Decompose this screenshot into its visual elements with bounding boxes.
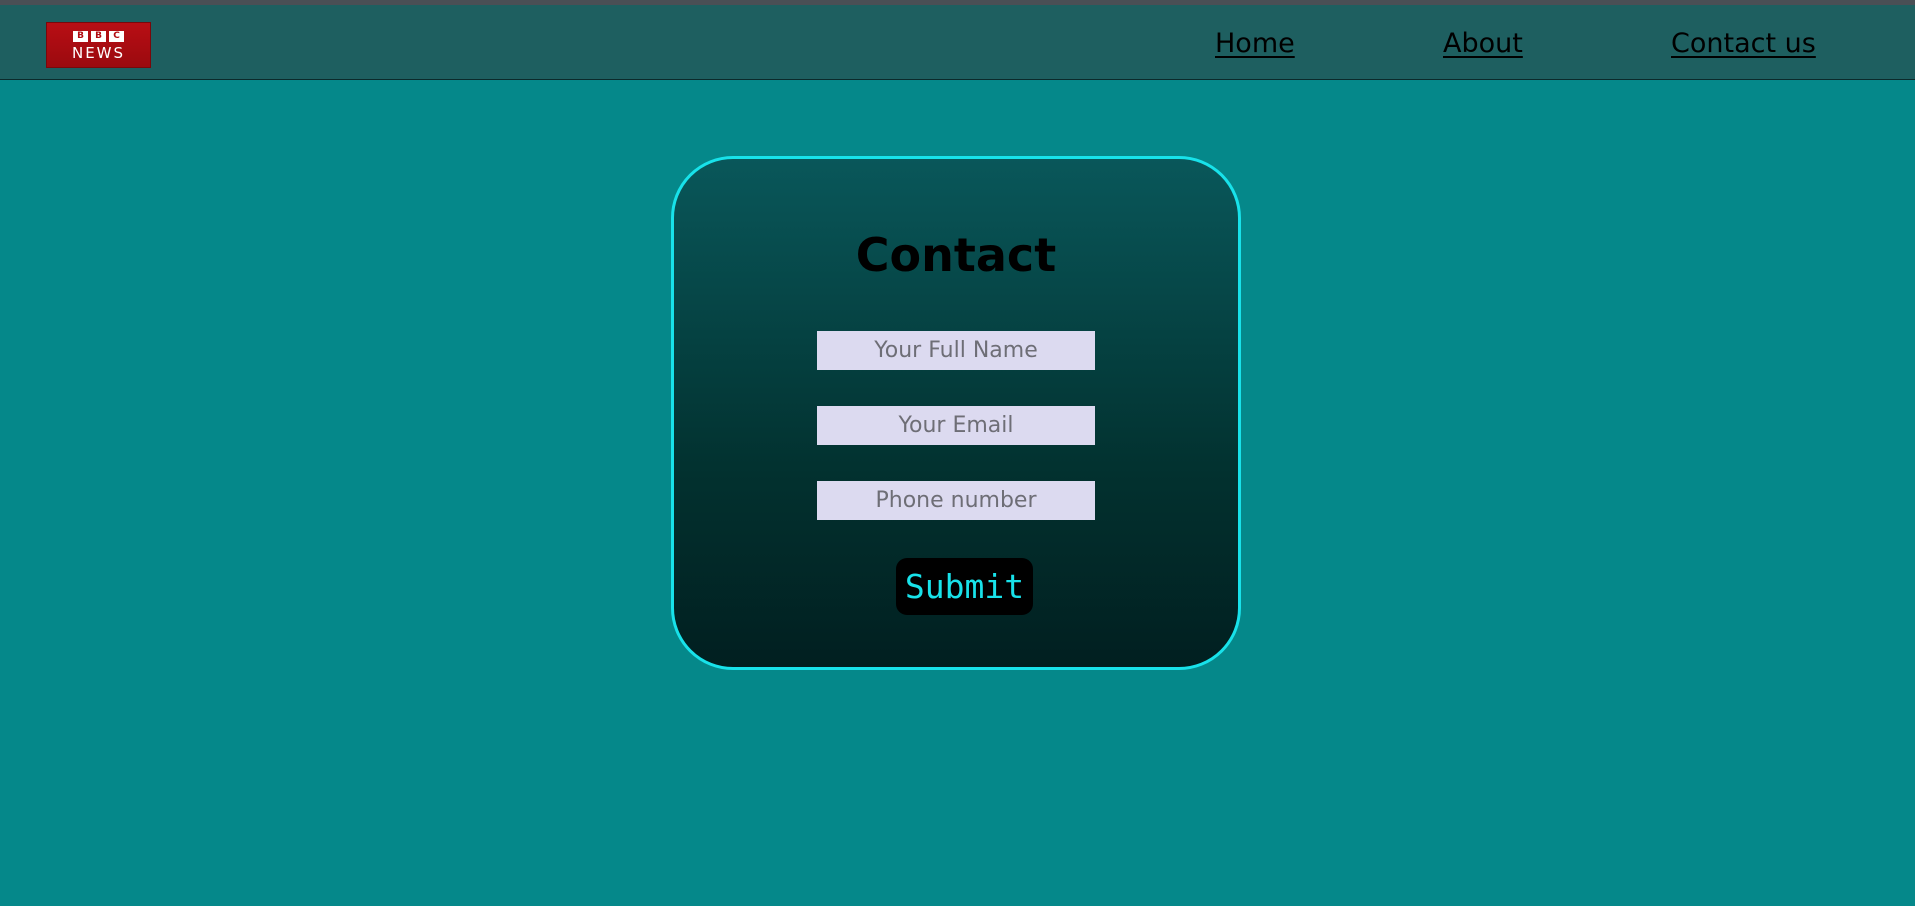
logo-letter: B bbox=[73, 31, 88, 42]
logo-bbc-blocks: B B C bbox=[47, 31, 150, 42]
nav-link-about[interactable]: About bbox=[1443, 27, 1523, 61]
nav-link-contact-us[interactable]: Contact us bbox=[1671, 27, 1816, 61]
full-name-input[interactable] bbox=[817, 331, 1095, 370]
logo-letter: C bbox=[109, 31, 124, 42]
nav-link-home[interactable]: Home bbox=[1215, 27, 1295, 61]
bbc-news-logo[interactable]: B B C NEWS bbox=[46, 22, 151, 68]
logo-news-text: NEWS bbox=[71, 44, 126, 62]
submit-button[interactable]: Submit bbox=[896, 558, 1033, 615]
contact-title: Contact bbox=[855, 228, 1057, 282]
email-input[interactable] bbox=[817, 406, 1095, 445]
navbar: B B C NEWS Home About Contact us bbox=[0, 5, 1915, 80]
contact-card: Contact Submit bbox=[671, 156, 1241, 670]
phone-number-input[interactable] bbox=[817, 481, 1095, 520]
logo-letter: B bbox=[91, 31, 106, 42]
